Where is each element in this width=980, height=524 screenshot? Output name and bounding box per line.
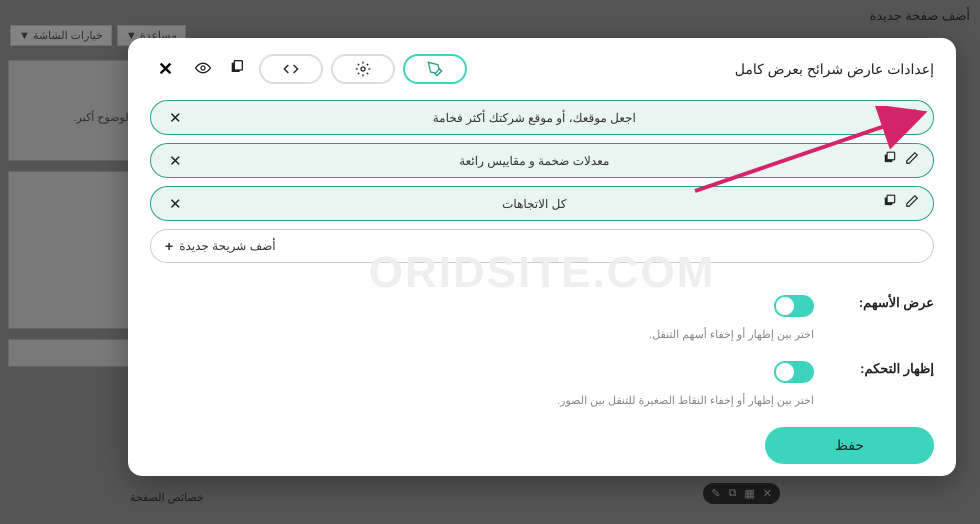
duplicate-slide-icon[interactable]	[883, 194, 897, 213]
remove-slide-button[interactable]: ✕	[165, 109, 186, 127]
add-slide-label: أضف شريحة جديدة	[179, 239, 275, 253]
save-bar: حفظ	[765, 427, 934, 464]
save-button[interactable]: حفظ	[765, 427, 934, 464]
visibility-icon[interactable]	[191, 56, 215, 83]
edit-slide-icon[interactable]	[905, 108, 919, 127]
slide-title: معدلات ضخمة و مقاييس رائعة	[186, 154, 883, 168]
slide-row: ✕ اجعل موقعك، أو موقع شركتك أكثر فخامة	[150, 100, 934, 135]
duplicate-header-icon[interactable]	[225, 56, 249, 83]
option-controls: إظهار التحكم: اختر بين إظهار أو إخفاء ال…	[150, 361, 934, 407]
edit-slide-icon[interactable]	[905, 194, 919, 213]
add-slide-button[interactable]: أضف شريحة جديدة +	[150, 229, 934, 263]
duplicate-slide-icon[interactable]	[883, 151, 897, 170]
tab-group	[259, 54, 467, 84]
slider-settings-modal: ✕ إعدادات عارض شرائح بعرض كامل ✕ اجعل مو…	[128, 38, 956, 476]
controls-description: اختر بين إظهار أو إخفاء النقاط الصغيرة ل…	[150, 394, 814, 407]
modal-header: ✕ إعدادات عارض شرائح بعرض كامل	[150, 54, 934, 84]
close-button[interactable]: ✕	[150, 55, 181, 84]
remove-slide-button[interactable]: ✕	[165, 195, 186, 213]
slide-row: ✕ كل الاتجاهات	[150, 186, 934, 221]
tab-code[interactable]	[259, 54, 323, 84]
arrows-description: اختر بين إظهار أو إخفاء أسهم التنقل.	[150, 328, 814, 341]
arrows-toggle[interactable]	[774, 295, 814, 317]
slide-title: كل الاتجاهات	[186, 197, 883, 211]
duplicate-slide-icon[interactable]	[883, 108, 897, 127]
plus-icon: +	[165, 238, 173, 254]
slide-title: اجعل موقعك، أو موقع شركتك أكثر فخامة	[186, 111, 883, 125]
controls-toggle[interactable]	[774, 361, 814, 383]
slides-list: ✕ اجعل موقعك، أو موقع شركتك أكثر فخامة ✕…	[150, 100, 934, 263]
options-section: عرض الأسهم: اختر بين إظهار أو إخفاء أسهم…	[150, 295, 934, 427]
tab-settings[interactable]	[331, 54, 395, 84]
slide-row: ✕ معدلات ضخمة و مقاييس رائعة	[150, 143, 934, 178]
option-arrows: عرض الأسهم: اختر بين إظهار أو إخفاء أسهم…	[150, 295, 934, 341]
edit-slide-icon[interactable]	[905, 151, 919, 170]
controls-label: إظهار التحكم:	[844, 361, 934, 377]
arrows-label: عرض الأسهم:	[844, 295, 934, 311]
modal-title: إعدادات عارض شرائح بعرض كامل	[735, 61, 934, 78]
tab-design[interactable]	[403, 54, 467, 84]
remove-slide-button[interactable]: ✕	[165, 152, 186, 170]
